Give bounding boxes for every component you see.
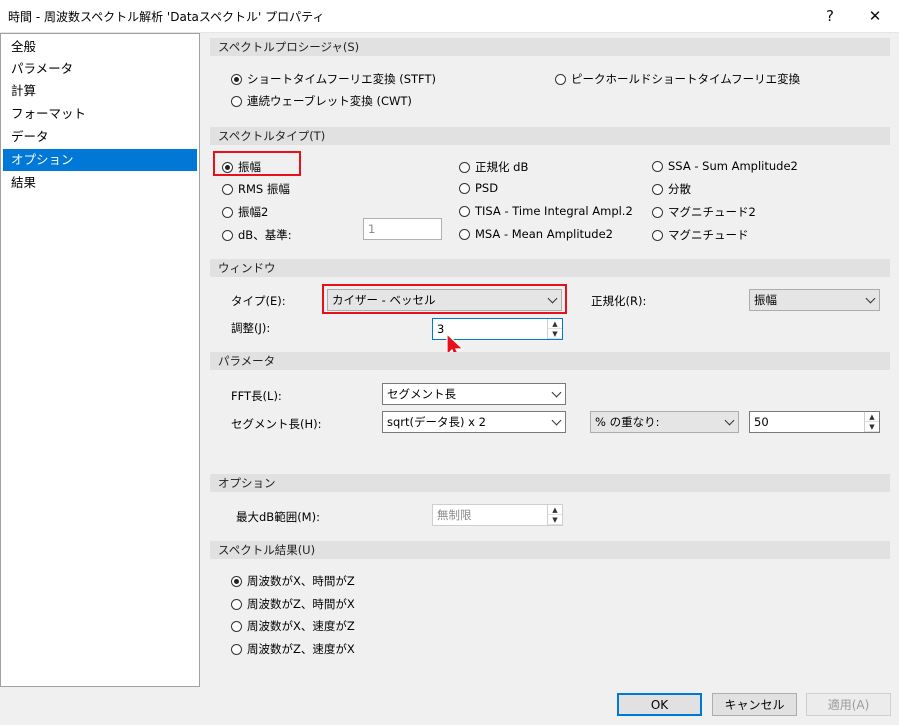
db-reference-input[interactable]: 1 bbox=[363, 218, 442, 240]
radio-icon bbox=[231, 95, 242, 107]
chevron-down-icon bbox=[547, 384, 565, 404]
radio-icon bbox=[231, 643, 242, 655]
chevron-down-icon bbox=[720, 412, 738, 432]
section-parameters: パラメータ bbox=[210, 352, 890, 370]
radio-selected-icon bbox=[231, 73, 242, 85]
spin-down-icon[interactable]: ▼ bbox=[548, 515, 562, 525]
spin-up-icon[interactable]: ▲ bbox=[865, 412, 879, 422]
category-list[interactable]: 全般 パラメータ 計算 フォーマット データ オプション 結果 bbox=[0, 33, 200, 687]
section-spectrum-result: スペクトル結果(U) bbox=[210, 541, 890, 559]
radio-freq-z-speed-x[interactable]: 周波数がZ、速度がX bbox=[231, 641, 355, 657]
overlap-spinbox[interactable]: 50 ▲ ▼ bbox=[749, 411, 880, 433]
radio-tisa[interactable]: TISA - Time Integral Ampl.2 bbox=[459, 204, 633, 218]
window-title: 時間 - 周波数スペクトル解析 'Dataスペクトル' プロパティ bbox=[8, 10, 325, 24]
spin-down-icon[interactable]: ▼ bbox=[865, 422, 879, 432]
segment-length-label: セグメント長(H): bbox=[231, 417, 322, 431]
radio-msa[interactable]: MSA - Mean Amplitude2 bbox=[459, 227, 613, 241]
adjust-label: 調整(J): bbox=[231, 321, 271, 335]
sidebar-item-options[interactable]: オプション bbox=[3, 149, 197, 171]
close-button[interactable]: ✕ bbox=[853, 0, 897, 32]
spin-up-icon[interactable]: ▲ bbox=[548, 319, 562, 329]
radio-cwt[interactable]: 連続ウェーブレット変換 (CWT) bbox=[231, 93, 412, 109]
apply-button[interactable]: 適用(A) bbox=[806, 693, 891, 716]
radio-icon bbox=[652, 229, 663, 241]
fft-length-select[interactable]: セグメント長 bbox=[382, 383, 566, 405]
normalize-select[interactable]: 振幅 bbox=[749, 289, 880, 311]
radio-magnitude-squared[interactable]: マグニチュード2 bbox=[652, 204, 756, 220]
radio-icon bbox=[231, 620, 242, 632]
title-bar: 時間 - 周波数スペクトル解析 'Dataスペクトル' プロパティ ? ✕ bbox=[0, 0, 899, 33]
chevron-down-icon bbox=[543, 290, 561, 310]
radio-icon bbox=[652, 160, 663, 172]
radio-freq-x-speed-z[interactable]: 周波数がX、速度がZ bbox=[231, 618, 355, 634]
radio-icon bbox=[222, 229, 233, 241]
radio-icon bbox=[652, 183, 663, 195]
radio-freq-x-time-z[interactable]: 周波数がX、時間がZ bbox=[231, 573, 355, 589]
radio-icon bbox=[459, 182, 470, 194]
spin-up-icon[interactable]: ▲ bbox=[548, 505, 562, 515]
radio-amplitude-squared[interactable]: 振幅2 bbox=[222, 204, 268, 220]
radio-normalized-db[interactable]: 正規化 dB bbox=[459, 159, 528, 175]
radio-db-reference[interactable]: dB、基準: bbox=[222, 227, 292, 243]
section-window: ウィンドウ bbox=[210, 259, 890, 277]
sidebar-item-parameters[interactable]: パラメータ bbox=[3, 58, 197, 80]
radio-selected-icon bbox=[222, 161, 233, 173]
sidebar-item-results[interactable]: 結果 bbox=[3, 172, 197, 194]
chevron-down-icon bbox=[861, 290, 879, 310]
overlap-mode-select[interactable]: % の重なり: bbox=[590, 411, 739, 433]
spin-down-icon[interactable]: ▼ bbox=[548, 329, 562, 339]
chevron-down-icon bbox=[547, 412, 565, 432]
radio-variance[interactable]: 分散 bbox=[652, 181, 691, 197]
radio-icon bbox=[459, 161, 470, 173]
radio-amplitude[interactable]: 振幅 bbox=[222, 159, 261, 175]
sidebar-item-calculation[interactable]: 計算 bbox=[3, 80, 197, 102]
radio-selected-icon bbox=[231, 575, 242, 587]
radio-icon bbox=[459, 228, 470, 240]
max-db-range-label: 最大dB範囲(M): bbox=[236, 510, 320, 524]
fft-length-label: FFT長(L): bbox=[231, 389, 282, 403]
window-type-label: タイプ(E): bbox=[231, 294, 286, 308]
window-type-select[interactable]: カイザー - ベッセル bbox=[327, 289, 562, 311]
normalize-label: 正規化(R): bbox=[591, 294, 647, 308]
radio-icon bbox=[555, 73, 566, 85]
radio-stft[interactable]: ショートタイムフーリエ変換 (STFT) bbox=[231, 71, 436, 87]
cancel-button[interactable]: キャンセル bbox=[712, 693, 797, 716]
sidebar-item-format[interactable]: フォーマット bbox=[3, 103, 197, 125]
max-db-range-spinbox[interactable]: 無制限 ▲ ▼ bbox=[432, 504, 563, 526]
radio-freq-z-time-x[interactable]: 周波数がZ、時間がX bbox=[231, 596, 355, 612]
ok-button[interactable]: OK bbox=[617, 693, 702, 716]
radio-icon bbox=[652, 206, 663, 218]
section-spectrum-type: スペクトルタイプ(T) bbox=[210, 127, 890, 145]
radio-icon bbox=[231, 598, 242, 610]
section-spectral-procedure: スペクトルプロシージャ(S) bbox=[210, 38, 890, 56]
radio-ssa[interactable]: SSA - Sum Amplitude2 bbox=[652, 159, 798, 173]
radio-icon bbox=[222, 206, 233, 218]
help-button[interactable]: ? bbox=[808, 0, 852, 32]
section-options: オプション bbox=[210, 474, 890, 492]
sidebar-item-general[interactable]: 全般 bbox=[3, 36, 197, 58]
radio-rms-amplitude[interactable]: RMS 振幅 bbox=[222, 181, 290, 197]
radio-peak-hold-stft[interactable]: ピークホールドショートタイムフーリエ変換 bbox=[555, 71, 800, 87]
sidebar-item-data[interactable]: データ bbox=[3, 126, 197, 148]
radio-psd[interactable]: PSD bbox=[459, 181, 498, 195]
segment-length-select[interactable]: sqrt(データ長) x 2 bbox=[382, 411, 566, 433]
radio-magnitude[interactable]: マグニチュード bbox=[652, 227, 749, 243]
radio-icon bbox=[222, 183, 233, 195]
radio-icon bbox=[459, 205, 470, 217]
